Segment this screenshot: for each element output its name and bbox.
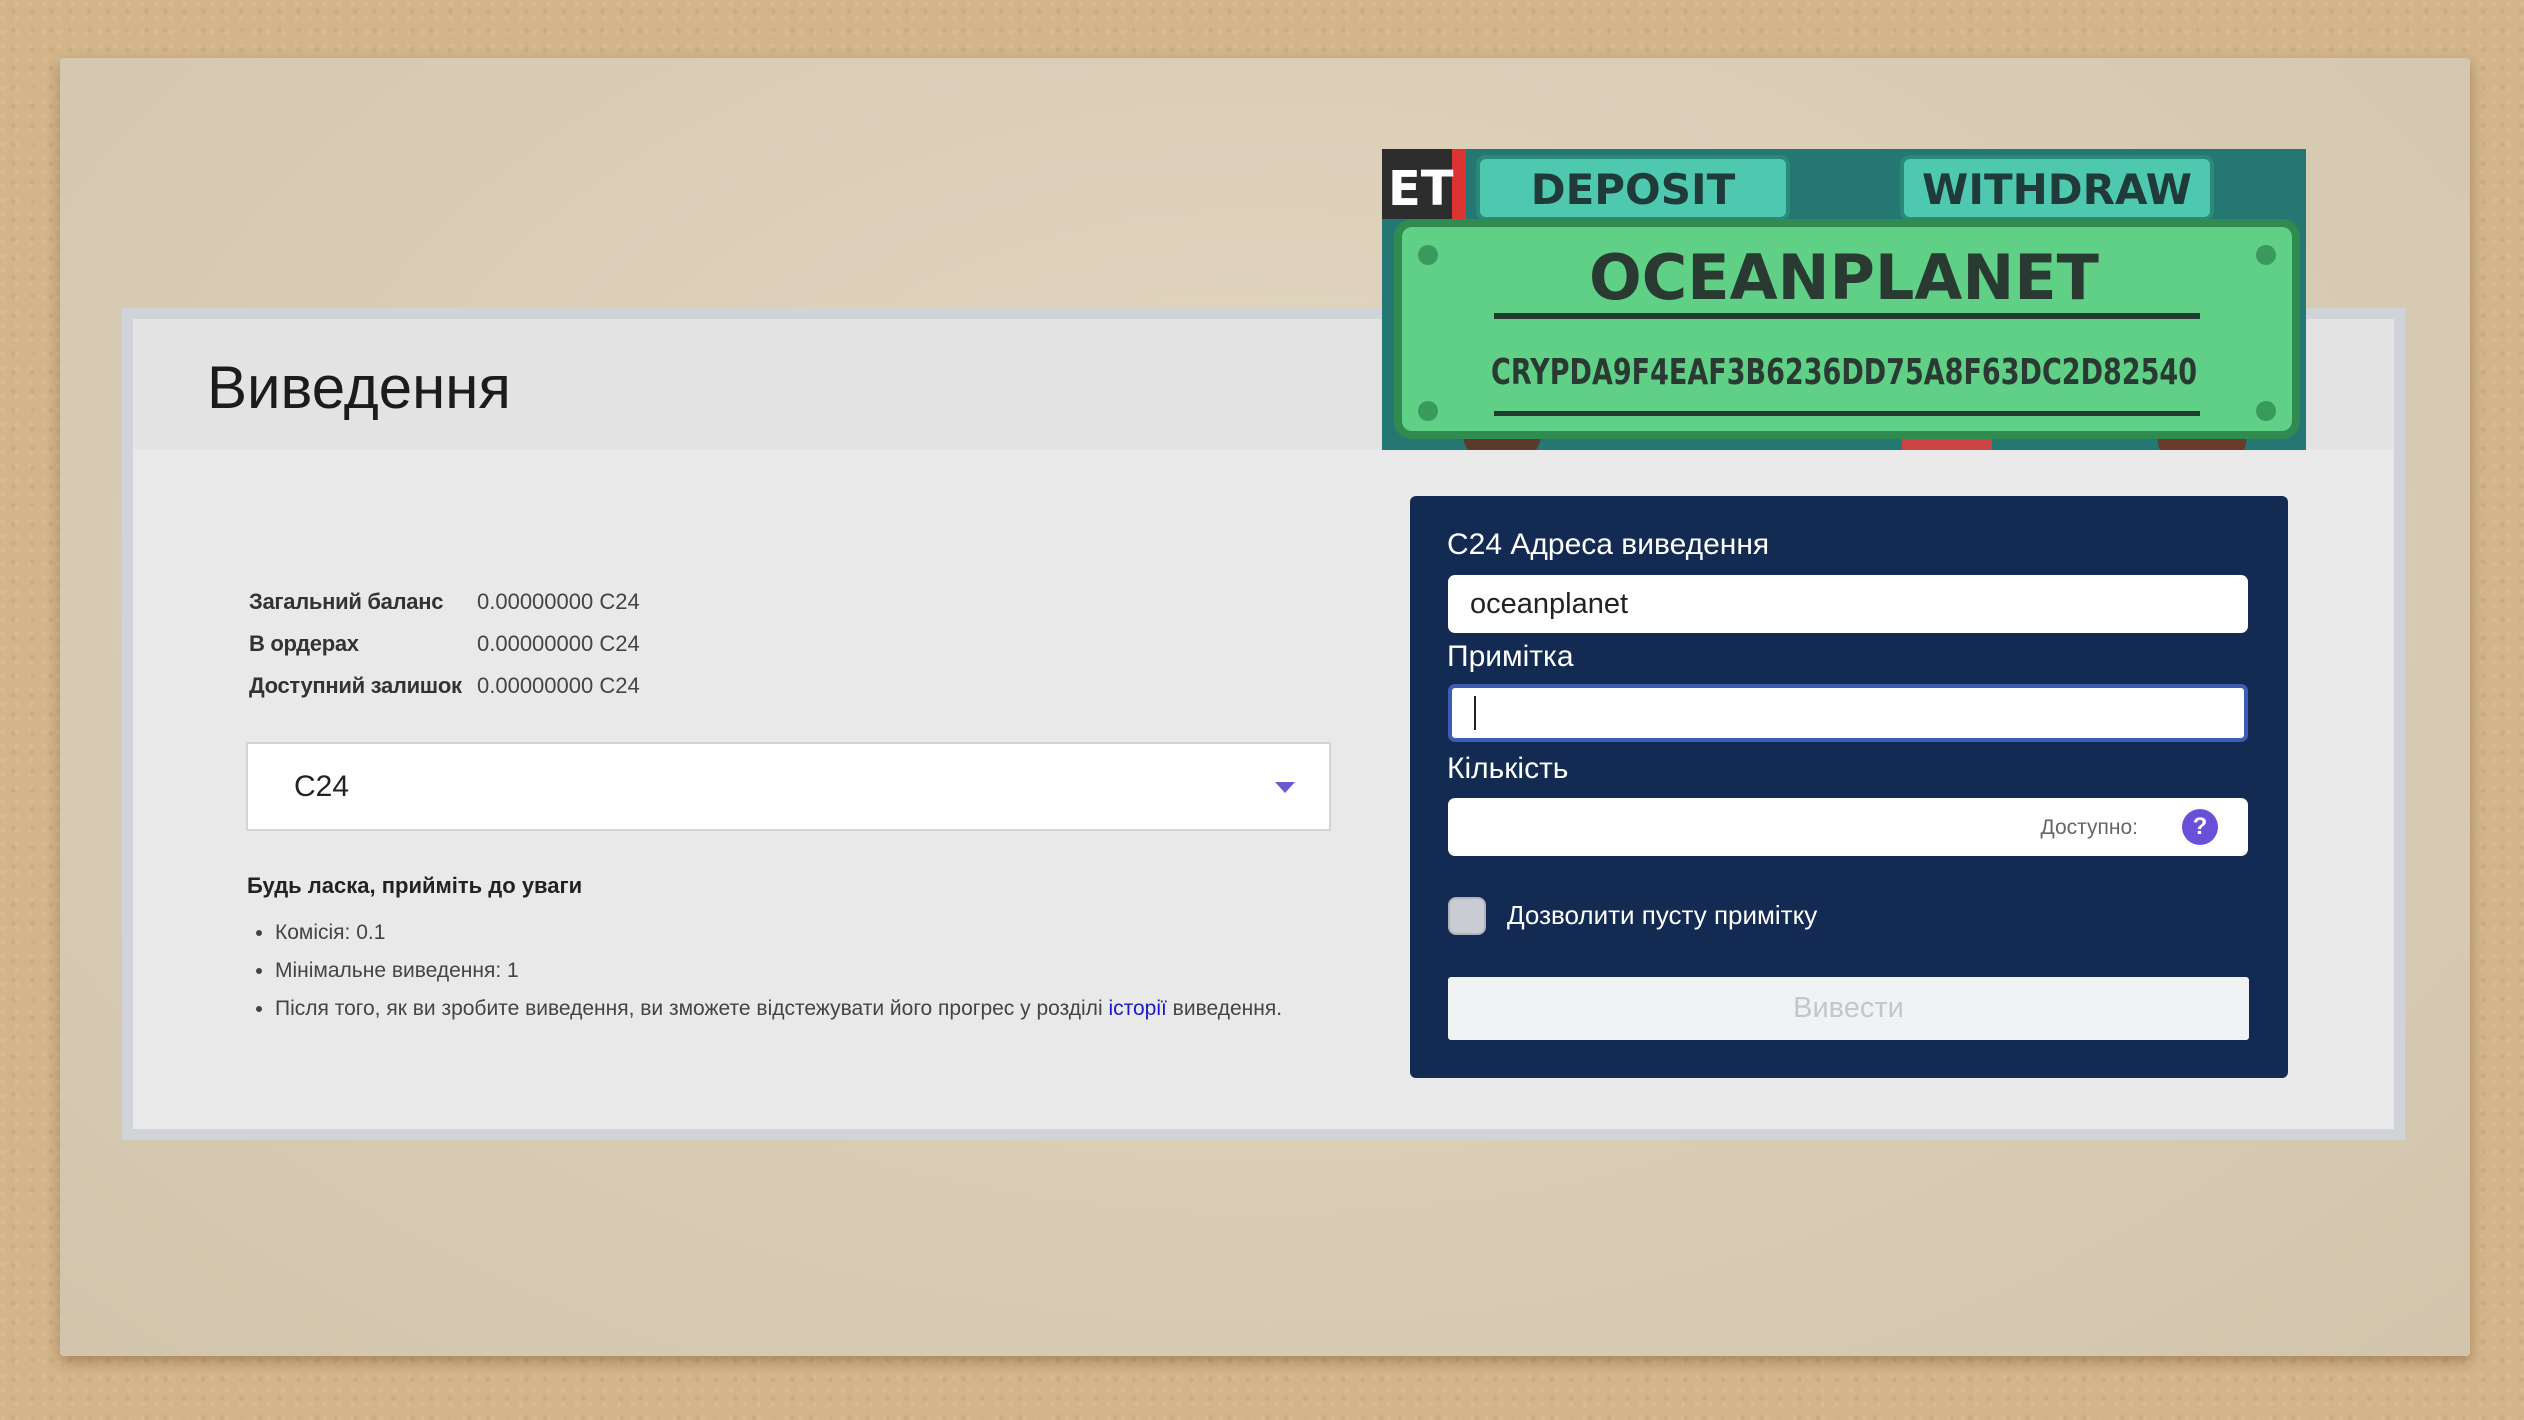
address-input[interactable]: oceanplanet (1448, 575, 2248, 633)
balance-value: 0.00000000 C24 (477, 673, 640, 698)
banner-withdraw-text: WITHDRAW (1922, 165, 2192, 214)
notice-history-text: Після того, як ви зробите виведення, ви … (275, 997, 1109, 1020)
amount-input[interactable]: Доступно: ? (1448, 798, 2248, 856)
balance-row-total: Загальний баланс 0.00000000 C24 (249, 581, 640, 623)
oceanplanet-banner: ET DEPOSIT WITHDRAW OCEANPLANET CRYPDA9F… (1382, 149, 2306, 450)
history-link[interactable]: історії (1108, 997, 1166, 1020)
page-title: Виведення (207, 354, 511, 421)
balance-label: Доступний залишок (249, 673, 462, 698)
banner-name-text: OCEANPLANET (1589, 241, 2099, 314)
currency-select-value: C24 (294, 769, 350, 803)
balance-row-in-orders: В ордерах 0.00000000 C24 (249, 623, 640, 665)
notice-min-withdrawal: Мінімальне виведення: 1 (275, 952, 1282, 990)
text-cursor (1474, 696, 1476, 730)
address-input-value: oceanplanet (1470, 587, 1629, 620)
balance-value: 0.00000000 C24 (477, 631, 640, 656)
notice-fee: Комісія: 0.1 (275, 914, 1282, 952)
notice-history: Після того, як ви зробите виведення, ви … (275, 990, 1282, 1028)
allow-empty-note-checkbox[interactable] (1448, 897, 1486, 935)
banner-corner-text: ET (1388, 161, 1454, 217)
note-label: Примітка (1447, 640, 1574, 673)
balance-row-available: Доступний залишок 0.00000000 C24 (249, 665, 640, 707)
banner-graphic: ET DEPOSIT WITHDRAW OCEANPLANET CRYPDA9F… (1382, 149, 2306, 450)
allow-empty-note-label[interactable]: Дозволити пусту примітку (1507, 900, 1817, 931)
help-icon[interactable]: ? (2182, 809, 2218, 845)
address-label: C24 Адреса виведення (1447, 528, 1770, 561)
balance-value: 0.00000000 C24 (477, 589, 640, 614)
balance-label: Загальний баланс (249, 589, 444, 614)
amount-label: Кількість (1447, 752, 1569, 785)
chevron-down-icon[interactable] (1275, 782, 1295, 793)
notice-history-text-end: виведення. (1166, 997, 1283, 1020)
withdraw-button[interactable]: Вивести (1448, 977, 2249, 1040)
withdraw-form: C24 Адреса виведення oceanplanet Примітк… (1410, 496, 2288, 1078)
currency-select[interactable]: C24 (246, 742, 1331, 831)
banner-deposit-text: DEPOSIT (1531, 165, 1736, 214)
balance-label: В ордерах (249, 631, 359, 656)
banner-code-text: CRYPDA9F4EAF3B6236DD75A8F63DC2D82540 (1491, 352, 2197, 393)
balance-summary: Загальний баланс 0.00000000 C24 В ордера… (249, 581, 640, 707)
note-input[interactable] (1448, 684, 2248, 742)
notice-title: Будь ласка, прийміть до уваги (247, 873, 583, 898)
available-label: Доступно: (2040, 816, 2138, 839)
notice-list: Комісія: 0.1 Мінімальне виведення: 1 Піс… (247, 914, 1282, 1028)
